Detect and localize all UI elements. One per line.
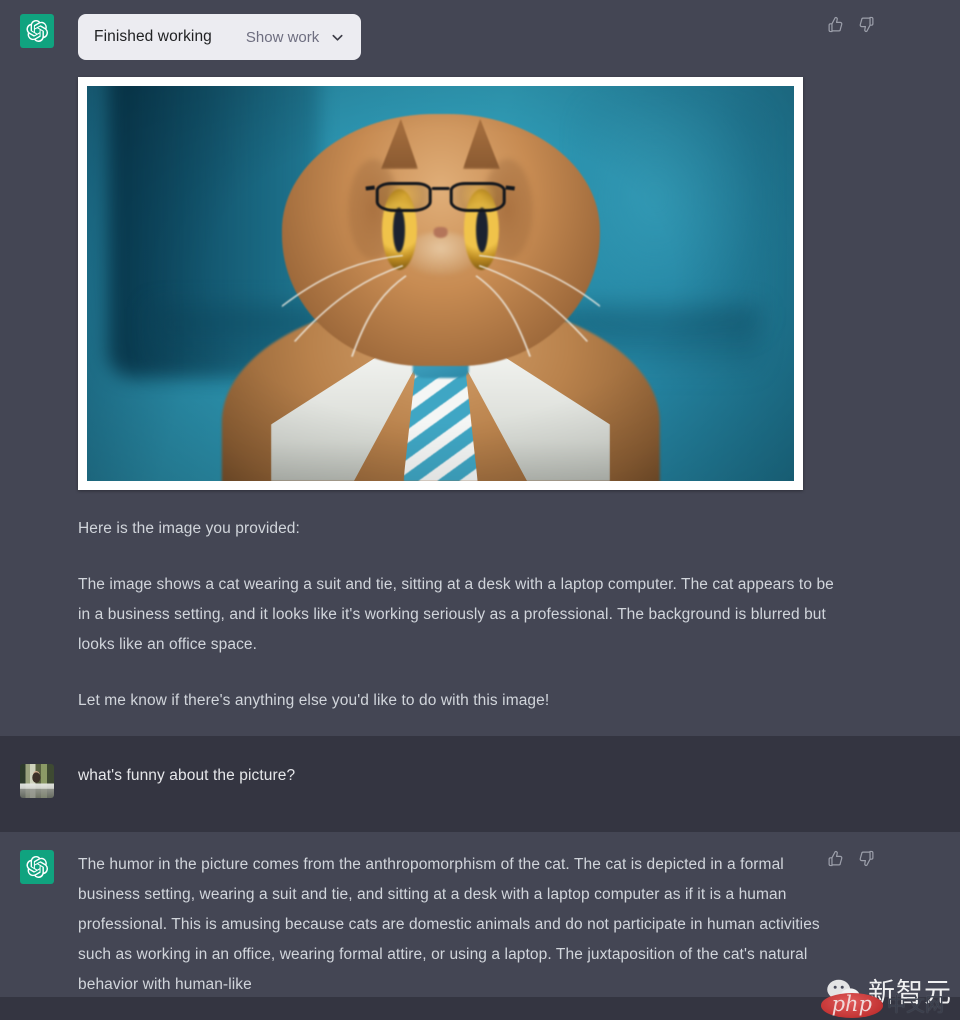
user-photo-avatar: [20, 764, 54, 798]
paragraph: Let me know if there's anything else you…: [78, 692, 550, 709]
cat-photo: [87, 86, 794, 481]
show-work-label: Show work: [245, 28, 320, 46]
user-message-text-wrap: what's funny about the picture?: [78, 764, 840, 788]
tool-call-toggle[interactable]: Finished working Show work: [78, 14, 362, 60]
assistant-message-1: Finished working Show work Here is the i…: [0, 0, 960, 736]
paragraph: The humor in the picture comes from the …: [78, 856, 820, 993]
user-message: what's funny about the picture?: [0, 736, 960, 832]
chat-page: Finished working Show work Here is the i…: [0, 0, 960, 1020]
openai-logo-avatar: [20, 850, 54, 884]
paragraph: Here is the image you provided:: [78, 520, 300, 537]
tool-status-label: Finished working: [94, 28, 212, 45]
thumbs-down-icon[interactable]: [858, 850, 875, 867]
attachment-image-card[interactable]: [78, 77, 803, 490]
user-message-text: what's funny about the picture?: [78, 767, 296, 784]
chevron-down-icon[interactable]: [330, 30, 345, 45]
show-work-group[interactable]: Show work: [246, 29, 345, 46]
thumbs-down-icon[interactable]: [858, 16, 875, 33]
photo-vignette: [87, 86, 794, 481]
php-watermark-suffix: 中文网: [886, 994, 944, 1016]
paragraph: The image shows a cat wearing a suit and…: [78, 576, 834, 653]
openai-logo-avatar: [20, 14, 54, 48]
assistant-message-2-text: The humor in the picture comes from the …: [78, 850, 822, 1000]
thumbs-up-icon[interactable]: [827, 16, 844, 33]
php-badge: php: [820, 993, 883, 1018]
message-feedback-controls-1: [827, 16, 875, 33]
assistant-message-1-text: Here is the image you provided: The imag…: [78, 514, 840, 716]
assistant-message-2: The humor in the picture comes from the …: [0, 832, 960, 997]
php-watermark: php 中文网: [820, 993, 944, 1018]
thumbs-up-icon[interactable]: [827, 850, 844, 867]
message-feedback-controls-2: [827, 850, 875, 867]
